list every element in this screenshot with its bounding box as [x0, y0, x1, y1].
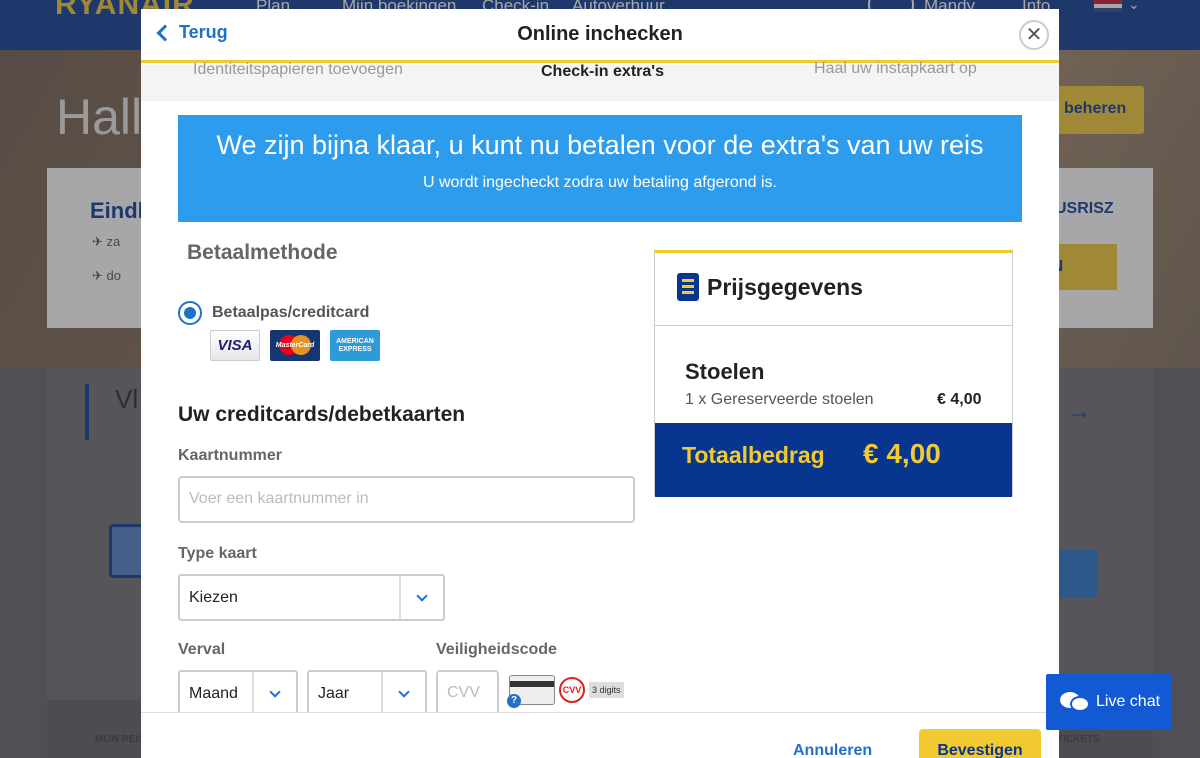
step-boarding-pass: Haal uw instapkaart op [814, 60, 977, 77]
card-number-label: Kaartnummer [178, 447, 283, 464]
modal-footer: Annuleren Bevestigen [141, 712, 1059, 758]
close-icon[interactable]: ✕ [1019, 20, 1049, 50]
banner-subtitle: U wordt ingecheckt zodra uw betaling afg… [423, 174, 777, 191]
help-icon[interactable]: ? [507, 694, 521, 708]
card-number-input[interactable]: Voer een kaartnummer in [178, 476, 635, 523]
checkin-modal: Terug Online inchecken ✕ Identiteitspapi… [141, 9, 1059, 758]
expiry-label: Verval [178, 641, 226, 658]
payment-method-label: Betaalpas/creditcard [212, 304, 370, 321]
cvv-badge: CVV [559, 677, 585, 703]
total-value: € 4,00 [863, 438, 941, 469]
card-logos: VISA MasterCard AMERICAN EXPRESS [210, 330, 380, 361]
live-chat-button[interactable]: Live chat [1046, 674, 1172, 730]
mastercard-label: MasterCard [275, 342, 315, 349]
step-extras: Check-in extra's [541, 63, 664, 80]
expiry-month-value: Maand [189, 684, 238, 702]
mastercard-icon: MasterCard [270, 330, 320, 361]
price-details: Prijsgegevens Stoelen 1 x Gereserveerde … [654, 250, 1013, 497]
modal-title: Online inchecken [517, 23, 683, 45]
expiry-year-select[interactable]: Jaar [307, 670, 427, 717]
credit-card-back-icon: ? [507, 675, 555, 708]
chevron-down-icon [381, 672, 425, 715]
card-type-value: Kiezen [189, 588, 238, 606]
radio-selected[interactable] [178, 301, 202, 325]
total-bar: Totaalbedrag € 4,00 [655, 423, 1012, 497]
payment-method-title: Betaalmethode [187, 241, 338, 264]
cards-heading: Uw creditcards/debetkaarten [178, 403, 466, 426]
cvv-digits: 3 digits [589, 682, 624, 698]
cvv-help[interactable]: ? CVV 3 digits [507, 675, 624, 708]
info-banner: We zijn bijna klaar, u kunt nu betalen v… [178, 115, 1022, 222]
receipt-icon [677, 273, 699, 301]
chat-icon [1060, 690, 1090, 714]
card-type-label: Type kaart [178, 545, 257, 562]
seats-line: 1 x Gereserveerde stoelen [685, 391, 874, 408]
step-documents: Identiteitspapieren toevoegen [193, 61, 403, 78]
amex-icon: AMERICAN EXPRESS [330, 330, 380, 361]
cvv-label: Veiligheidscode [436, 641, 557, 658]
total-label: Totaalbedrag [682, 442, 825, 468]
checkin-steps: Identiteitspapieren toevoegen Check-in e… [141, 60, 1059, 101]
chevron-down-icon [252, 672, 296, 715]
modal-header: Terug Online inchecken ✕ [141, 9, 1059, 63]
confirm-button[interactable]: Bevestigen [919, 729, 1041, 758]
payment-method-card-option[interactable]: Betaalpas/creditcard [178, 301, 369, 325]
price-title: Prijsgegevens [707, 274, 863, 300]
card-type-select[interactable]: Kiezen [178, 574, 445, 621]
cancel-button[interactable]: Annuleren [793, 742, 872, 758]
banner-title: We zijn bijna klaar, u kunt nu betalen v… [216, 130, 984, 160]
chevron-down-icon [399, 576, 443, 619]
price-header: Prijsgegevens [655, 253, 1012, 326]
live-chat-label: Live chat [1096, 693, 1161, 710]
cvv-input[interactable]: CVV [436, 670, 499, 717]
expiry-month-select[interactable]: Maand [178, 670, 298, 717]
visa-icon: VISA [210, 330, 260, 361]
seats-price: € 4,00 [937, 391, 982, 408]
seats-title: Stoelen [685, 359, 765, 384]
expiry-year-value: Jaar [318, 684, 350, 702]
